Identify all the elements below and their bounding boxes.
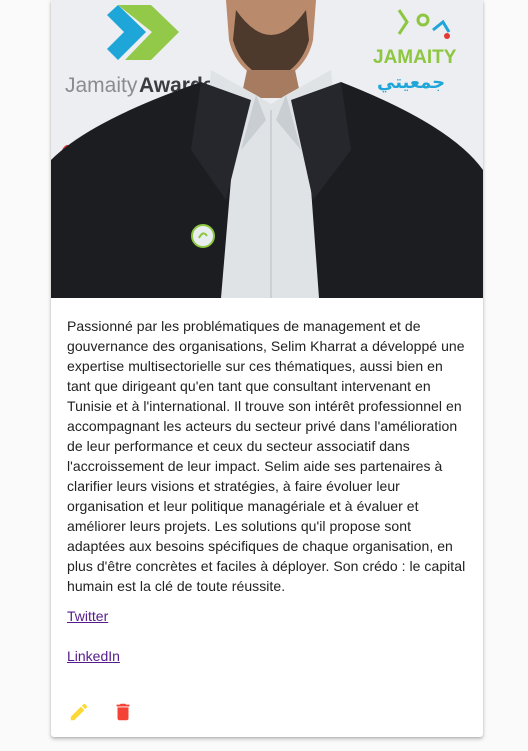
trash-icon xyxy=(116,703,130,721)
svg-text:JAMAITY: JAMAITY xyxy=(373,47,457,68)
linkedin-link[interactable]: LinkedIn xyxy=(67,646,120,666)
edit-button[interactable] xyxy=(67,700,91,724)
pencil-icon xyxy=(70,703,88,721)
social-links: Twitter LinkedIn xyxy=(67,606,467,666)
svg-text:Jamaity: Jamaity xyxy=(65,74,138,97)
twitter-link[interactable]: Twitter xyxy=(67,606,108,626)
card-actions xyxy=(67,700,135,724)
profile-bio: Passionné par les problématiques de mana… xyxy=(67,318,466,594)
profile-photo: Jamaity Awards 20 JAMAITY جمعيتي xyxy=(51,0,483,298)
profile-card: Jamaity Awards 20 JAMAITY جمعيتي xyxy=(51,0,483,737)
profile-content: Passionné par les problématiques de mana… xyxy=(51,298,483,666)
svg-text:جمعيتي: جمعيتي xyxy=(377,72,445,93)
delete-button[interactable] xyxy=(111,700,135,724)
